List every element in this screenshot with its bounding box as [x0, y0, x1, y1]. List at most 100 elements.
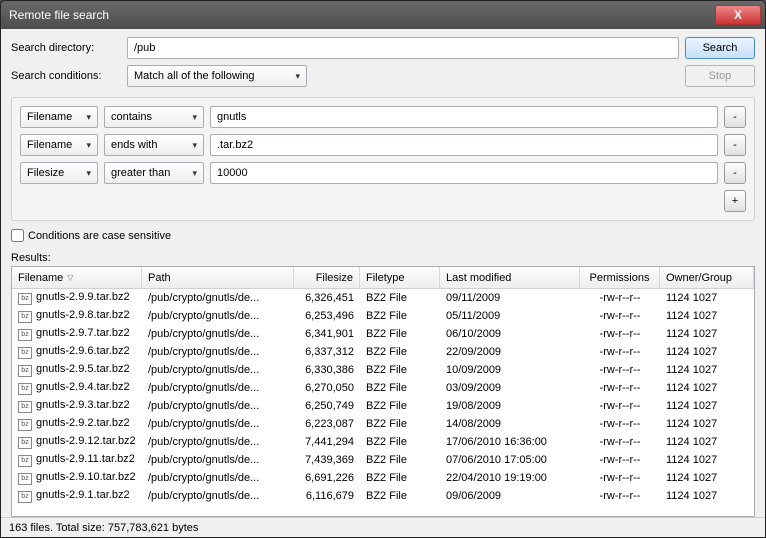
cell-owner-group: 1124 1027: [660, 399, 754, 413]
condition-field-dropdown[interactable]: Filesize: [20, 162, 98, 184]
table-row[interactable]: bzgnutls-2.9.12.tar.bz2/pub/crypto/gnutl…: [12, 433, 754, 451]
cell-filename: bzgnutls-2.9.4.tar.bz2: [12, 380, 142, 396]
remove-condition-button[interactable]: -: [724, 134, 746, 156]
condition-row: Filename ends with -: [20, 134, 746, 156]
search-directory-input[interactable]: [127, 37, 679, 59]
cell-last-modified: 03/09/2009: [440, 381, 580, 395]
cell-filetype: BZ2 File: [360, 345, 440, 359]
cell-filename: bzgnutls-2.9.11.tar.bz2: [12, 452, 142, 468]
cell-permissions: -rw-r--r--: [580, 363, 660, 377]
file-icon: bz: [18, 329, 32, 341]
cell-filesize: 6,253,496: [294, 309, 360, 323]
col-last-modified[interactable]: Last modified: [440, 267, 580, 288]
condition-row: Filesize greater than -: [20, 162, 746, 184]
condition-field-dropdown[interactable]: Filename: [20, 106, 98, 128]
cell-last-modified: 07/06/2010 17:05:00: [440, 453, 580, 467]
file-icon: bz: [18, 437, 32, 449]
cell-filesize: 6,330,386: [294, 363, 360, 377]
col-filename[interactable]: Filename▽: [12, 267, 142, 288]
cell-filetype: BZ2 File: [360, 363, 440, 377]
remove-condition-button[interactable]: -: [724, 162, 746, 184]
cell-last-modified: 22/09/2009: [440, 345, 580, 359]
table-row[interactable]: bzgnutls-2.9.6.tar.bz2/pub/crypto/gnutls…: [12, 343, 754, 361]
cell-filesize: 6,691,226: [294, 471, 360, 485]
cell-filetype: BZ2 File: [360, 417, 440, 431]
cell-filesize: 6,250,749: [294, 399, 360, 413]
match-mode-dropdown[interactable]: Match all of the following: [127, 65, 307, 87]
file-icon: bz: [18, 473, 32, 485]
table-row[interactable]: bzgnutls-2.9.9.tar.bz2/pub/crypto/gnutls…: [12, 289, 754, 307]
table-row[interactable]: bzgnutls-2.9.3.tar.bz2/pub/crypto/gnutls…: [12, 397, 754, 415]
condition-op-dropdown[interactable]: ends with: [104, 134, 204, 156]
titlebar[interactable]: Remote file search X: [1, 1, 765, 29]
cell-permissions: -rw-r--r--: [580, 327, 660, 341]
cell-path: /pub/crypto/gnutls/de...: [142, 327, 294, 341]
table-row[interactable]: bzgnutls-2.9.11.tar.bz2/pub/crypto/gnutl…: [12, 451, 754, 469]
condition-value-input[interactable]: [210, 106, 718, 128]
cell-filename: bzgnutls-2.9.10.tar.bz2: [12, 470, 142, 486]
grid-body[interactable]: bzgnutls-2.9.9.tar.bz2/pub/crypto/gnutls…: [12, 289, 754, 516]
col-path[interactable]: Path: [142, 267, 294, 288]
cell-owner-group: 1124 1027: [660, 435, 754, 449]
cell-last-modified: 14/08/2009: [440, 417, 580, 431]
cell-owner-group: 1124 1027: [660, 345, 754, 359]
cell-path: /pub/crypto/gnutls/de...: [142, 435, 294, 449]
search-button[interactable]: Search: [685, 37, 755, 59]
col-filesize[interactable]: Filesize: [294, 267, 360, 288]
cell-filesize: 6,223,087: [294, 417, 360, 431]
table-row[interactable]: bzgnutls-2.9.2.tar.bz2/pub/crypto/gnutls…: [12, 415, 754, 433]
cell-filename: bzgnutls-2.9.12.tar.bz2: [12, 434, 142, 450]
cell-path: /pub/crypto/gnutls/de...: [142, 489, 294, 503]
cell-owner-group: 1124 1027: [660, 363, 754, 377]
table-row[interactable]: bzgnutls-2.9.4.tar.bz2/pub/crypto/gnutls…: [12, 379, 754, 397]
cell-filesize: 7,439,369: [294, 453, 360, 467]
file-icon: bz: [18, 491, 32, 503]
table-row[interactable]: bzgnutls-2.9.10.tar.bz2/pub/crypto/gnutl…: [12, 469, 754, 487]
condition-op-dropdown[interactable]: contains: [104, 106, 204, 128]
table-row[interactable]: bzgnutls-2.9.7.tar.bz2/pub/crypto/gnutls…: [12, 325, 754, 343]
col-permissions[interactable]: Permissions: [580, 267, 660, 288]
cell-last-modified: 09/11/2009: [440, 291, 580, 305]
table-row[interactable]: bzgnutls-2.9.1.tar.bz2/pub/crypto/gnutls…: [12, 487, 754, 505]
cell-filesize: 6,270,050: [294, 381, 360, 395]
file-icon: bz: [18, 311, 32, 323]
cell-filename: bzgnutls-2.9.7.tar.bz2: [12, 326, 142, 342]
remove-condition-button[interactable]: -: [724, 106, 746, 128]
results-grid: Filename▽ Path Filesize Filetype Last mo…: [11, 266, 755, 517]
cell-permissions: -rw-r--r--: [580, 399, 660, 413]
col-filetype[interactable]: Filetype: [360, 267, 440, 288]
cell-last-modified: 19/08/2009: [440, 399, 580, 413]
cell-permissions: -rw-r--r--: [580, 381, 660, 395]
cell-path: /pub/crypto/gnutls/de...: [142, 345, 294, 359]
cell-owner-group: 1124 1027: [660, 327, 754, 341]
cell-last-modified: 22/04/2010 19:19:00: [440, 471, 580, 485]
cell-filename: bzgnutls-2.9.5.tar.bz2: [12, 362, 142, 378]
directory-row: Search directory: Search: [11, 37, 755, 59]
file-icon: bz: [18, 383, 32, 395]
cell-permissions: -rw-r--r--: [580, 291, 660, 305]
cell-filename: bzgnutls-2.9.6.tar.bz2: [12, 344, 142, 360]
table-row[interactable]: bzgnutls-2.9.5.tar.bz2/pub/crypto/gnutls…: [12, 361, 754, 379]
cell-last-modified: 05/11/2009: [440, 309, 580, 323]
table-row[interactable]: bzgnutls-2.9.8.tar.bz2/pub/crypto/gnutls…: [12, 307, 754, 325]
case-sensitive-checkbox[interactable]: [11, 229, 24, 242]
cell-path: /pub/crypto/gnutls/de...: [142, 453, 294, 467]
cell-filesize: 6,337,312: [294, 345, 360, 359]
cell-owner-group: 1124 1027: [660, 489, 754, 503]
col-owner-group[interactable]: Owner/Group: [660, 267, 754, 288]
cell-permissions: -rw-r--r--: [580, 489, 660, 503]
condition-field-dropdown[interactable]: Filename: [20, 134, 98, 156]
close-button[interactable]: X: [715, 5, 761, 25]
cell-filename: bzgnutls-2.9.3.tar.bz2: [12, 398, 142, 414]
cell-owner-group: 1124 1027: [660, 453, 754, 467]
condition-value-input[interactable]: [210, 162, 718, 184]
cell-filename: bzgnutls-2.9.8.tar.bz2: [12, 308, 142, 324]
conditions-box: Filenamecontains-Filenameends with-Files…: [11, 97, 755, 221]
cell-last-modified: 06/10/2009: [440, 327, 580, 341]
condition-op-dropdown[interactable]: greater than: [104, 162, 204, 184]
stop-button[interactable]: Stop: [685, 65, 755, 87]
condition-value-input[interactable]: [210, 134, 718, 156]
cell-owner-group: 1124 1027: [660, 417, 754, 431]
cell-filename: bzgnutls-2.9.2.tar.bz2: [12, 416, 142, 432]
add-condition-button[interactable]: +: [724, 190, 746, 212]
